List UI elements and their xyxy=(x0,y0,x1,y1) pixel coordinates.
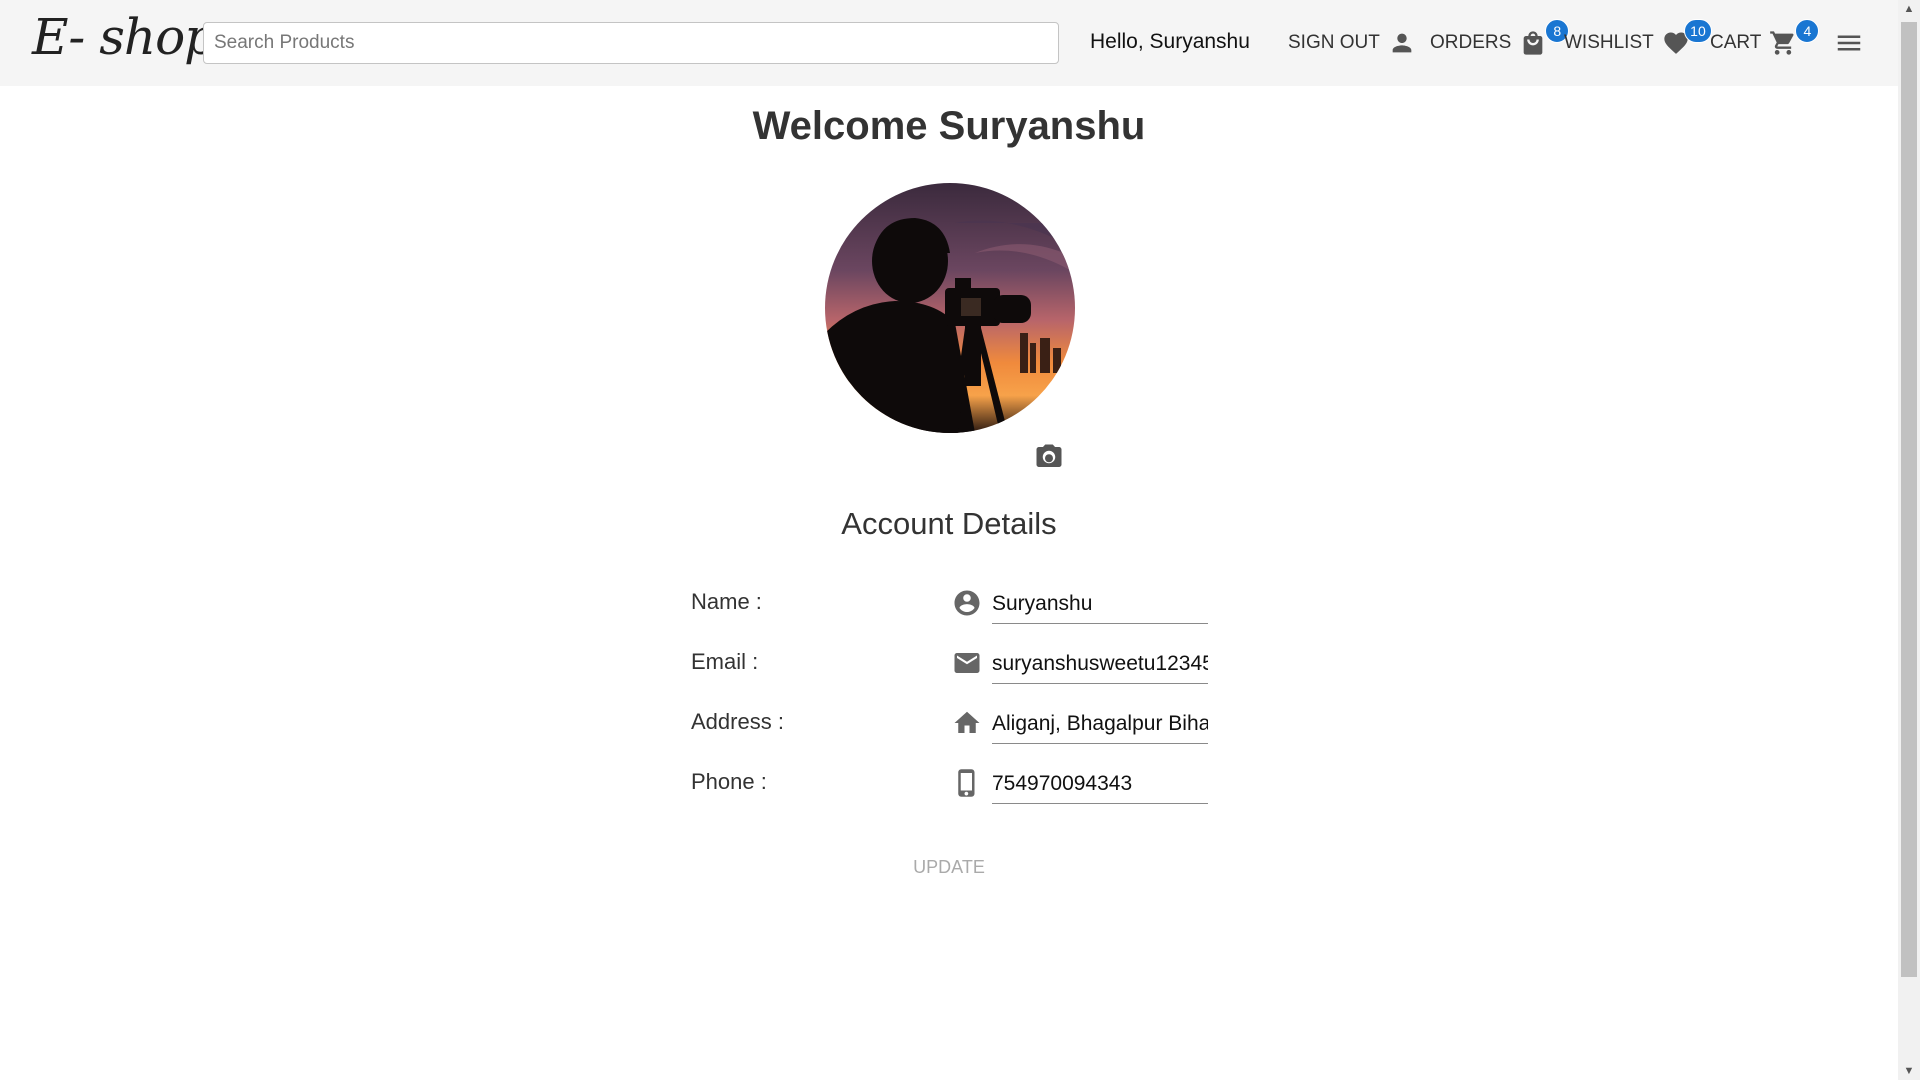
phone-label: Phone : xyxy=(691,769,767,794)
person-icon xyxy=(1388,29,1416,57)
shopping-bag-icon: 8 xyxy=(1519,19,1570,57)
menu-icon[interactable] xyxy=(1834,28,1864,63)
orders-label: ORDERS xyxy=(1430,32,1512,53)
email-field[interactable] xyxy=(992,644,1208,684)
cart-count-badge: 4 xyxy=(1795,19,1820,43)
scroll-down-arrow-icon[interactable]: ▼ xyxy=(1898,1062,1920,1080)
logo[interactable]: E- shop xyxy=(32,8,216,66)
page-title: Welcome Suryanshu xyxy=(752,104,1146,148)
wishlist-button[interactable]: WISHLIST 10 xyxy=(1564,19,1712,64)
profile-photo xyxy=(825,183,1075,433)
scrollbar-thumb[interactable] xyxy=(1901,22,1917,977)
top-navbar: E- shop Hello, Suryanshu SIGN OUT ORDERS… xyxy=(0,0,1898,86)
section-title: Account Details xyxy=(841,506,1057,541)
shopping-cart-icon: 4 xyxy=(1769,19,1820,57)
camera-icon[interactable] xyxy=(1034,442,1064,477)
search-input[interactable] xyxy=(203,22,1059,64)
phone-icon xyxy=(952,768,982,803)
greeting: Hello, Suryanshu xyxy=(1090,30,1250,53)
email-label: Email : xyxy=(691,649,759,674)
address-field[interactable] xyxy=(992,704,1208,744)
update-button[interactable]: UPDATE xyxy=(913,857,985,877)
name-field[interactable] xyxy=(992,584,1208,624)
orders-button[interactable]: ORDERS 8 xyxy=(1430,19,1570,64)
scroll-up-arrow-icon[interactable]: ▲ xyxy=(1898,0,1920,18)
heart-icon: 10 xyxy=(1662,19,1712,57)
sign-out-label: SIGN OUT xyxy=(1288,32,1380,53)
mail-icon xyxy=(952,648,982,683)
scrollbar[interactable]: ▲ ▼ xyxy=(1898,0,1920,1080)
update-button-row: UPDATE xyxy=(0,857,1898,878)
cart-button[interactable]: CART 4 xyxy=(1710,19,1820,64)
cart-label: CART xyxy=(1710,32,1762,53)
name-label: Name : xyxy=(691,589,762,614)
home-icon xyxy=(952,708,982,743)
phone-field[interactable] xyxy=(992,764,1208,804)
wishlist-label: WISHLIST xyxy=(1564,32,1654,53)
address-label: Address : xyxy=(691,709,784,734)
avatar xyxy=(825,183,1075,433)
account-circle-icon xyxy=(952,588,982,623)
wishlist-count-badge: 10 xyxy=(1684,19,1712,43)
sign-out-button[interactable]: SIGN OUT xyxy=(1288,22,1416,64)
